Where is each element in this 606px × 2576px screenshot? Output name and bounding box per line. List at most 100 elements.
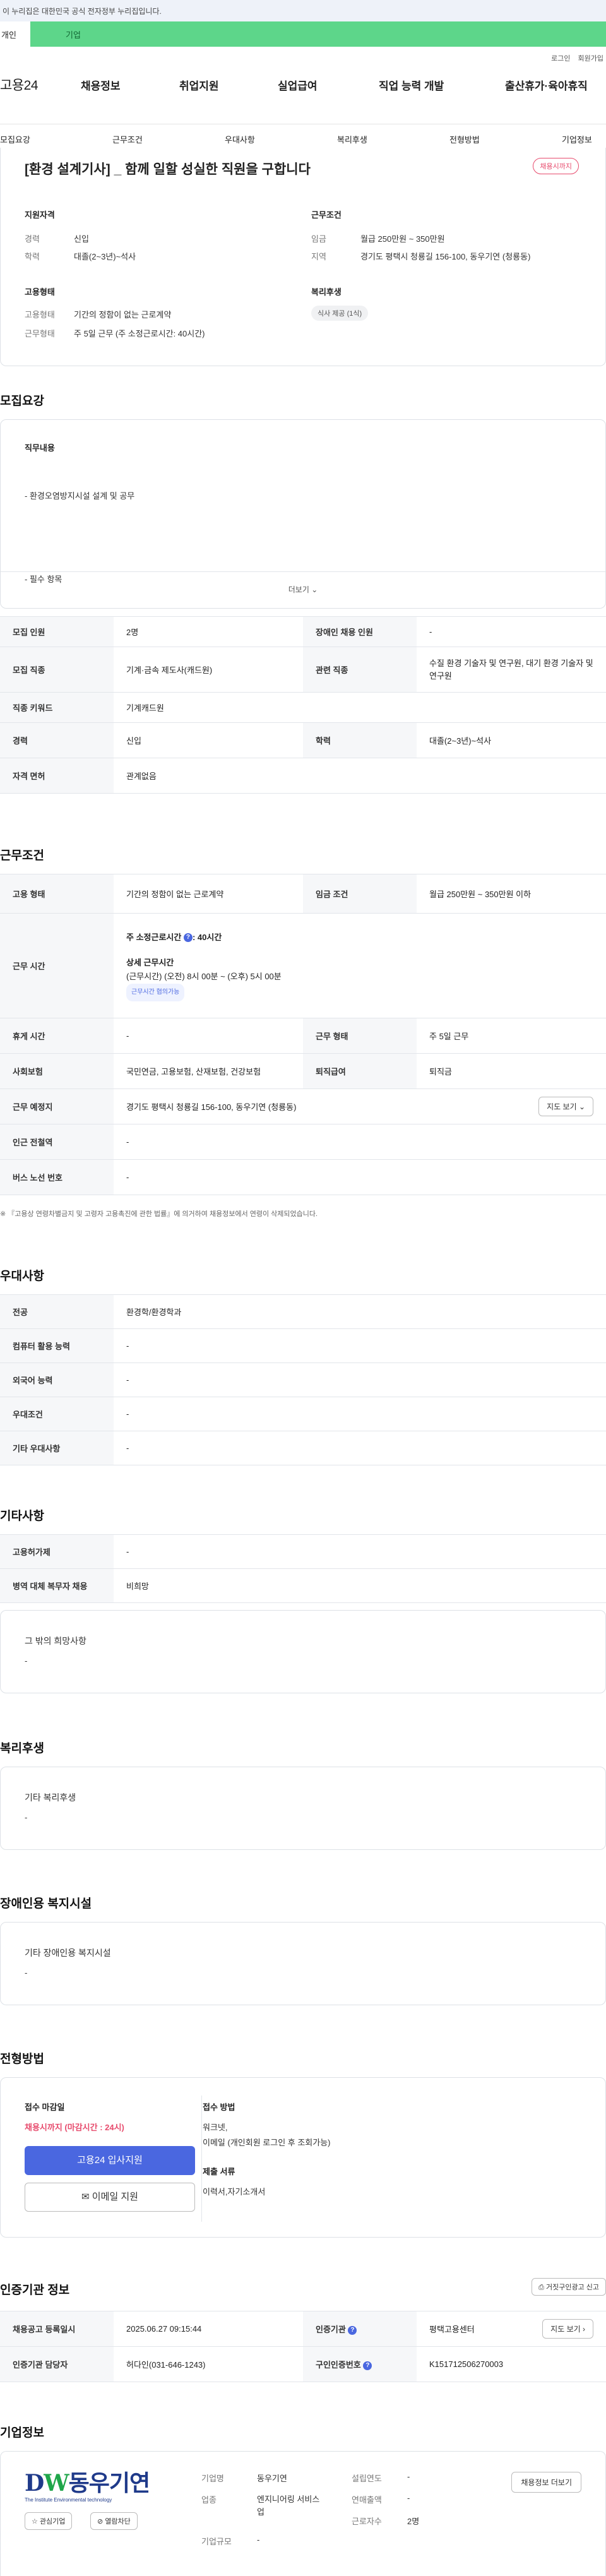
- industry-value: 엔지니어링 서비스업: [257, 2495, 320, 2517]
- established-value: -: [407, 2472, 410, 2481]
- subnav-work[interactable]: 근무조건: [112, 133, 143, 145]
- cell-value: 비희망: [114, 1568, 606, 1603]
- pref-table: 전공 환경학/환경학과 컴퓨터 활용 능력 - 외국어 능력 - 우대조건 - 기타 우…: [0, 1294, 606, 1465]
- table-row: 우대조건 -: [0, 1397, 606, 1431]
- info-icon[interactable]: ?: [183, 933, 193, 943]
- cell-value: 신입: [114, 722, 303, 758]
- agency-title: 인증기관 정보: [0, 2284, 70, 2297]
- table-row: 채용공고 등록일시 2025.06.27 09:15:44 인증기관 ? 평택고…: [0, 2311, 606, 2347]
- apply-button[interactable]: 고용24 입사지원: [25, 2146, 195, 2175]
- employees-value: 2명: [407, 2517, 420, 2526]
- hours-weekly-value: : 40시간: [192, 932, 222, 942]
- cell-value: 수질 환경 기술자 및 연구원, 대기 환경 기술자 및 연구원: [417, 647, 606, 693]
- tab-personal[interactable]: 개인: [0, 21, 30, 47]
- block-view-button[interactable]: ⊘ 열람차단: [90, 2512, 138, 2530]
- id-label: 구인인증번호: [316, 2360, 361, 2370]
- cell-value: -: [114, 1018, 303, 1054]
- cell-label: 인증기관 담당자: [0, 2346, 114, 2382]
- age-note: ※ 『고용상 연령차별금지 및 고령자 고용촉진에 관한 법률』에 의거하여 채…: [0, 1208, 318, 1219]
- deadline-heading: 접수 마감일: [25, 2102, 65, 2112]
- hours-negotiable-tag: 근무시간 협의가능: [126, 983, 185, 1001]
- table-row: 모집 인원 2명 장애인 채용 인원 -: [0, 616, 606, 647]
- gnb-item-employment-support[interactable]: 취업지원: [179, 77, 219, 93]
- cell-label: 관련 직종: [303, 647, 417, 693]
- table-row: 사회보험 국민연금, 고용보험, 산재보험, 건강보험 퇴직급여 퇴직금: [0, 1053, 606, 1089]
- company-jobs-more-button[interactable]: 채용정보 더보기: [511, 2472, 581, 2493]
- favorite-company-button[interactable]: ☆ 관심기업: [25, 2512, 73, 2530]
- agency-map-button[interactable]: 지도 보기 ›: [542, 2319, 593, 2339]
- join-link[interactable]: 회원가입: [578, 53, 603, 68]
- report-label: 거짓구인광고 신고: [545, 2284, 599, 2291]
- email-apply-label: 이메일 지원: [92, 2191, 138, 2202]
- gnb-item-parental-leave[interactable]: 출산휴가·육아휴직: [505, 77, 588, 93]
- info-icon[interactable]: ?: [348, 2325, 357, 2335]
- area-label: 지역: [311, 252, 326, 261]
- place-cell: 경기도 평택시 청룡길 156-100, 동우기연 (청룡동) 지도 보기 ⌄: [114, 1088, 606, 1124]
- emp-type-value: 기간의 정함이 없는 근로계약: [74, 310, 172, 319]
- deadline-badge: 채용시까지: [533, 158, 579, 174]
- cell-value: -: [114, 1397, 606, 1431]
- hours-detail-value: (근무시간) (오전) 8시 00분 ~ (오후) 5시 00분: [126, 971, 282, 981]
- subnav-recruit[interactable]: 모집요강: [0, 133, 30, 145]
- gnb-item-jobs[interactable]: 채용정보: [81, 77, 121, 93]
- tab-company[interactable]: 기업: [30, 21, 606, 47]
- info-icon: ※: [0, 1210, 6, 1218]
- cell-label: 직종 키워드: [0, 692, 114, 723]
- work-table: 고용 형태 기간의 정함이 없는 근로계약 임금 조건 월급 250만원 ~ 3…: [0, 874, 606, 1195]
- cell-label: 전공: [0, 1294, 114, 1329]
- org-value: 평택고용센터: [429, 2325, 475, 2334]
- cell-value: 2025.06.27 09:15:44: [114, 2311, 303, 2347]
- id-label-cell: 구인인증번호 ?: [303, 2346, 417, 2382]
- cell-label: 채용공고 등록일시: [0, 2311, 114, 2347]
- report-button[interactable]: ⎙ 거짓구인광고 신고: [532, 2278, 606, 2296]
- table-row: 컴퓨터 활용 능력 -: [0, 1328, 606, 1363]
- email-apply-button[interactable]: ✉ 이메일 지원: [25, 2183, 195, 2212]
- cell-value: 퇴직금: [417, 1053, 606, 1089]
- subnav-company[interactable]: 기업정보: [562, 133, 592, 145]
- subnav-process[interactable]: 전형방법: [449, 133, 480, 145]
- duty-heading: 직무내용: [25, 443, 55, 453]
- hope-card: 그 밖의 희망사항 -: [0, 1610, 606, 1693]
- cell-label: 장애인 채용 인원: [303, 616, 417, 647]
- cell-label: 퇴직급여: [303, 1053, 417, 1089]
- map-button[interactable]: 지도 보기 ⌄: [538, 1097, 593, 1116]
- cell-label: 사회보험: [0, 1053, 114, 1089]
- qual-heading: 지원자격: [25, 210, 55, 220]
- more-button[interactable]: 더보기 ⌄: [1, 571, 605, 608]
- recruit-table: 모집 인원 2명 장애인 채용 인원 - 모집 직종 기계·금속 제도사(캐드원…: [0, 616, 606, 794]
- cell-value: 관계없음: [114, 758, 606, 794]
- hours-cell: 주 소정근로시간 ?: 40시간 상세 근무시간 (근무시간) (오전) 8시 …: [114, 913, 606, 1018]
- cell-value: 월급 250만원 ~ 350만원 이하: [417, 874, 606, 914]
- method-heading: 접수 방법: [203, 2102, 235, 2112]
- hours-detail-heading: 상세 근무시간: [126, 957, 174, 967]
- cell-value: 환경학/환경학과: [114, 1294, 606, 1329]
- table-row: 근무 예정지 경기도 평택시 청룡길 156-100, 동우기연 (청룡동) 지…: [0, 1088, 606, 1124]
- company-logo-name: 동우기연: [68, 2470, 150, 2496]
- subnav-pref[interactable]: 우대사항: [225, 133, 255, 145]
- favorite-label: 관심기업: [39, 2518, 66, 2525]
- report-icon: ⎙: [538, 2284, 544, 2291]
- work-title: 근무조건: [0, 849, 44, 862]
- age-note-text: 『고용상 연령차별금지 및 고령자 고용촉진에 관한 법률』에 의거하여 채용정…: [8, 1210, 318, 1218]
- cell-value: 기계캐드원: [114, 692, 606, 723]
- site-logo[interactable]: 고용24: [0, 75, 39, 94]
- etc-title: 기타사항: [0, 1510, 44, 1523]
- revenue-label: 연매출액: [352, 2495, 382, 2505]
- chevron-right-icon: ›: [583, 2325, 585, 2334]
- cell-label: 고용 형태: [0, 874, 114, 914]
- career-label: 경력: [25, 234, 40, 244]
- deadline-value: 채용시까지 (마감시간 : 24시): [25, 2123, 124, 2132]
- cell-value: -: [114, 1363, 606, 1397]
- process-card: 접수 마감일 채용시까지 (마감시간 : 24시) 고용24 입사지원 ✉ 이메…: [0, 2077, 606, 2238]
- login-link[interactable]: 로그인: [551, 53, 570, 68]
- subnav-welfare[interactable]: 복리후생: [337, 133, 367, 145]
- job-title: [환경 설계기사] _ 함께 일할 성실한 직원을 구합니다: [25, 162, 311, 177]
- table-row: 인근 전철역 -: [0, 1124, 606, 1160]
- cell-value: -: [114, 1431, 606, 1465]
- info-icon[interactable]: ?: [363, 2361, 372, 2370]
- table-row: 자격 면허 관계없음: [0, 758, 606, 794]
- cell-value: 기간의 정함이 없는 근로계약: [114, 874, 303, 914]
- cell-label: 경력: [0, 722, 114, 758]
- gnb-item-unemployment[interactable]: 실업급여: [278, 77, 318, 93]
- gnb-item-training[interactable]: 직업 능력 개발: [379, 77, 444, 93]
